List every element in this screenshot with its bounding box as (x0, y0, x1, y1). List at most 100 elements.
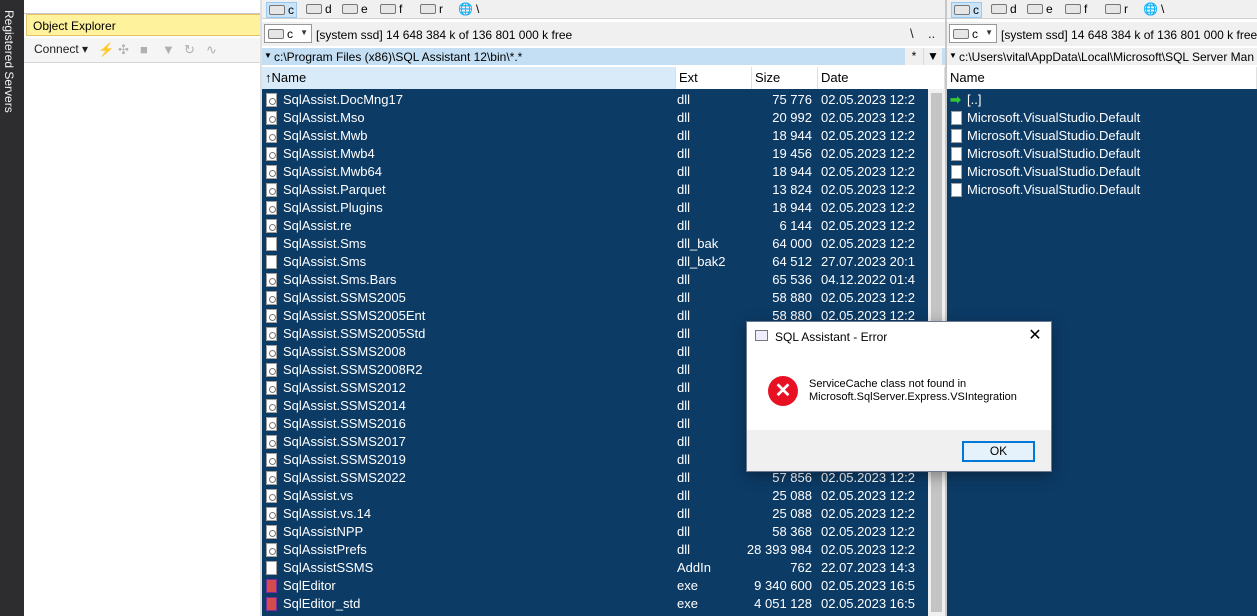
drive-icon (306, 4, 322, 14)
file-row[interactable]: Microsoft.VisualStudio.Default (947, 109, 1257, 127)
hotlist-button[interactable]: ▼ (924, 48, 942, 65)
column-name-header[interactable]: ↑Name (262, 67, 676, 89)
file-row[interactable]: SqlAssist.vs.14 dll 25 088 02.05.2023 12:2 (262, 505, 945, 523)
dll-file-icon (266, 165, 277, 179)
file-row[interactable]: SqlAssist.Sms.Bars dll 65 536 04.12.2022 01… (262, 271, 945, 289)
file-ext: AddIn (677, 560, 711, 575)
right-column-name-header[interactable]: Name (947, 67, 1257, 89)
file-size: 6 144 (779, 218, 812, 233)
file-size: 18 944 (772, 128, 812, 143)
left-drive-f[interactable]: f (380, 2, 402, 16)
left-up-button[interactable]: .. (928, 26, 935, 41)
right-drive-network[interactable]: 🌐 \ (1143, 2, 1164, 16)
file-name: SqlAssist.Parquet (283, 182, 386, 197)
file-name: SqlAssist.vs.14 (283, 506, 372, 521)
file-date: 02.05.2023 12:2 (821, 110, 915, 125)
drive-label: \ (475, 2, 480, 16)
file-name: Microsoft.VisualStudio.Default (967, 164, 1141, 179)
file-row[interactable]: SqlAssist.SSMS2005 dll 58 880 02.05.2023 12… (262, 289, 945, 307)
file-row[interactable]: Microsoft.VisualStudio.Default (947, 145, 1257, 163)
file-row[interactable]: SqlAssist.Mwb4 dll 19 456 02.05.2023 12:2 (262, 145, 945, 163)
column-date-header[interactable]: Date (818, 67, 945, 89)
left-drive-c[interactable]: c (266, 2, 297, 18)
file-row[interactable]: SqlAssist.Mso dll 20 992 02.05.2023 12:2 (262, 109, 945, 127)
right-path-bar[interactable]: ▼ c:\Users\vital\AppData\Local\Microsoft… (947, 48, 1257, 65)
right-drive-e[interactable]: e (1027, 2, 1053, 16)
file-size: 64 512 (772, 254, 812, 269)
left-drive-network[interactable]: 🌐 \ (458, 2, 479, 16)
file-row[interactable]: SqlAssistNPP dll 58 368 02.05.2023 12:2 (262, 523, 945, 541)
file-row[interactable]: SqlAssist.Mwb dll 18 944 02.05.2023 12:2 (262, 127, 945, 145)
dialog-titlebar[interactable]: SQL Assistant - Error ✕ (747, 322, 1051, 350)
drive-icon (420, 4, 436, 14)
file-row[interactable]: SqlAssist.vs dll 25 088 02.05.2023 12:2 (262, 487, 945, 505)
plug-icon[interactable]: ⚡ (98, 42, 114, 58)
filter-icon[interactable]: ▼ (162, 42, 175, 57)
close-icon[interactable]: ✕ (1021, 323, 1049, 349)
file-size: 4 051 128 (754, 596, 812, 611)
file-row[interactable]: SqlAssist.Sms dll_bak 64 000 02.05.2023 12:… (262, 235, 945, 253)
file-row[interactable]: SqlAssistPrefs dll 28 393 984 02.05.2023 12… (262, 541, 945, 559)
file-row[interactable]: Microsoft.VisualStudio.Default (947, 127, 1257, 145)
file-ext: dll (677, 362, 691, 377)
disconnect-icon[interactable]: ✣ (118, 42, 129, 58)
history-button[interactable]: * (905, 48, 923, 65)
right-drive-c[interactable]: c (951, 2, 982, 18)
left-drive-e[interactable]: e (342, 2, 368, 16)
file-row[interactable]: Microsoft.VisualStudio.Default (947, 163, 1257, 181)
file-ext: dll (677, 92, 691, 107)
drive-label: f (399, 2, 403, 16)
column-size-header[interactable]: Size (752, 67, 818, 89)
left-drive-bar: c d e f r 🌐 \ (262, 0, 945, 19)
drive-icon (268, 28, 284, 39)
file-name: SqlAssist.Mwb (283, 128, 368, 143)
right-drive-d[interactable]: d (991, 2, 1017, 16)
file-row[interactable]: SqlAssist.Parquet dll 13 824 02.05.2023 12:… (262, 181, 945, 199)
object-explorer-title: Object Explorer (26, 14, 262, 36)
file-row[interactable]: SqlAssist.Sms dll_bak2 64 512 27.07.2023 20… (262, 253, 945, 271)
file-icon (266, 255, 277, 269)
left-root-button[interactable]: \ (910, 26, 914, 41)
file-ext: exe (677, 596, 698, 611)
file-row[interactable]: SqlAssist.DocMng17 dll 75 776 02.05.2023 12… (262, 91, 945, 109)
file-row[interactable]: SqlEditor_std exe 4 051 128 02.05.2023 16:5 (262, 595, 945, 613)
registered-servers-tab[interactable]: Registered Servers (2, 10, 16, 113)
left-drive-r[interactable]: r (420, 2, 443, 16)
file-row[interactable]: SqlAssist.Plugins dll 18 944 02.05.2023 12:… (262, 199, 945, 217)
activity-icon[interactable]: ∿ (206, 42, 217, 58)
right-drive-r[interactable]: r (1105, 2, 1128, 16)
file-row[interactable]: SqlAssist.re dll 6 144 02.05.2023 12:2 (262, 217, 945, 235)
left-path-bar[interactable]: ▼ c:\Program Files (x86)\SQL Assistant 1… (262, 48, 945, 65)
globe-icon: 🌐 (458, 2, 473, 16)
error-icon: ✕ (768, 376, 798, 406)
file-row[interactable]: Microsoft.VisualStudio.Default (947, 181, 1257, 199)
file-row[interactable]: SqlAssist.Mwb64 dll 18 944 02.05.2023 12:2 (262, 163, 945, 181)
left-drive-select[interactable]: c ▼ (264, 24, 312, 43)
file-name: SqlAssistPrefs (283, 542, 367, 557)
file-ext: dll (677, 128, 691, 143)
file-date: 02.05.2023 12:2 (821, 164, 915, 179)
left-drive-d[interactable]: d (306, 2, 332, 16)
file-name: SqlAssist.Sms.Bars (283, 272, 397, 287)
right-drive-select[interactable]: c ▼ (949, 24, 997, 43)
parent-dir-row[interactable]: ➡ [..] (947, 91, 1257, 109)
dialog-title: SQL Assistant - Error (775, 330, 888, 344)
file-ext: dll (677, 146, 691, 161)
file-name: SqlAssist.SSMS2008 (283, 344, 406, 359)
ok-button[interactable]: OK (962, 441, 1035, 462)
app-icon (755, 330, 768, 341)
right-drive-f[interactable]: f (1065, 2, 1087, 16)
column-ext-header[interactable]: Ext (676, 67, 752, 89)
stop-icon[interactable]: ■ (140, 42, 148, 57)
file-row[interactable]: SqlEditor exe 9 340 600 02.05.2023 16:5 (262, 577, 945, 595)
refresh-icon[interactable]: ↻ (184, 42, 195, 58)
file-date: 02.05.2023 12:2 (821, 470, 915, 485)
file-date: 02.05.2023 16:5 (821, 578, 915, 593)
parent-dir-label: [..] (967, 92, 982, 107)
connect-button[interactable]: Connect ▾ (34, 42, 88, 56)
drive-icon (1027, 4, 1043, 14)
header-label: Name (271, 70, 307, 85)
file-size: 18 944 (772, 200, 812, 215)
file-row[interactable]: SqlAssistSSMS AddIn 762 22.07.2023 14:3 (262, 559, 945, 577)
file-size: 762 (790, 560, 812, 575)
